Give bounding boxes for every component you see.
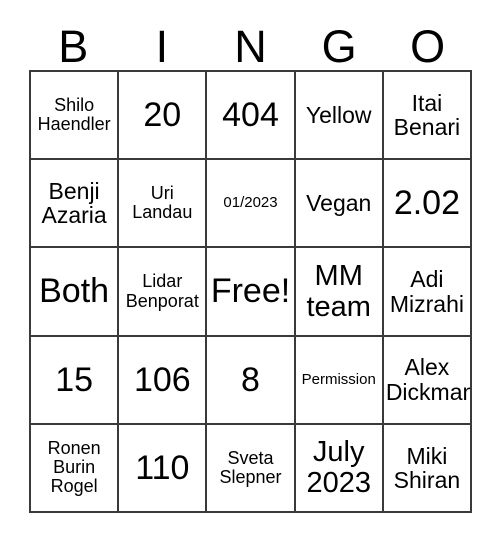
bingo-cell-label: 01/2023 xyxy=(223,194,278,212)
bingo-cell-label: Miki Shiran xyxy=(393,442,461,493)
bingo-cell-label: 2.02 xyxy=(393,184,460,223)
bingo-card: B I N G O Shilo Haendler 20 404 Yellow I… xyxy=(0,0,500,544)
bingo-cell-o1[interactable]: Itai Benari xyxy=(383,72,473,161)
bingo-cell-label: Vegan xyxy=(306,190,372,217)
bingo-cell-i5[interactable]: 110 xyxy=(119,424,208,514)
bingo-cell-label: 8 xyxy=(241,360,260,399)
bingo-cell-label: MM team xyxy=(306,259,371,323)
bingo-cell-label: Sveta Slepner xyxy=(219,447,282,487)
bingo-cell-label: Uri Landau xyxy=(132,183,193,223)
bingo-cell-label: Itai Benari xyxy=(393,89,461,141)
bingo-cell-g1[interactable]: Yellow xyxy=(295,72,384,161)
bingo-cell-b4[interactable]: 15 xyxy=(31,336,120,425)
bingo-free-space-label: Free! xyxy=(210,272,291,311)
bingo-cell-label: Alex Dickman xyxy=(385,354,473,405)
bingo-cell-label: Yellow xyxy=(305,101,372,128)
bingo-header-letter-n: N xyxy=(234,21,267,72)
bingo-cell-label: 110 xyxy=(135,448,190,487)
bingo-cell-g4[interactable]: Permission xyxy=(295,336,384,425)
bingo-cell-g3[interactable]: MM team xyxy=(295,248,384,337)
bingo-row: 15 106 8 Permission Alex Dickman xyxy=(31,336,473,425)
bingo-cell-i1[interactable]: 20 xyxy=(119,72,208,161)
bingo-cell-n2[interactable]: 01/2023 xyxy=(207,160,296,249)
bingo-header-letter-g: G xyxy=(321,21,357,72)
bingo-cell-label: Lidar Benporat xyxy=(125,271,199,311)
bingo-cell-i2[interactable]: Uri Landau xyxy=(119,160,208,249)
bingo-cell-b3[interactable]: Both xyxy=(31,248,120,337)
bingo-cell-g5[interactable]: July 2023 xyxy=(295,424,384,514)
bingo-cell-label: Benji Azaria xyxy=(41,177,107,229)
bingo-row: Both Lidar Benporat Free! MM team Adi Mi… xyxy=(31,248,473,337)
bingo-header-letter-b: B xyxy=(58,21,89,72)
bingo-cell-label: Adi Mizrahi xyxy=(389,266,464,317)
bingo-cell-b1[interactable]: Shilo Haendler xyxy=(31,72,120,161)
bingo-cell-g2[interactable]: Vegan xyxy=(295,160,384,249)
bingo-cell-label: Permission xyxy=(301,370,376,388)
bingo-cell-label: 20 xyxy=(143,96,182,135)
bingo-cell-n5[interactable]: Sveta Slepner xyxy=(207,424,296,514)
bingo-cell-n1[interactable]: 404 xyxy=(207,72,296,161)
bingo-cell-label: Ronen Burin Rogel xyxy=(47,438,101,497)
bingo-cell-label: 15 xyxy=(55,360,94,399)
bingo-cell-o3[interactable]: Adi Mizrahi xyxy=(383,248,473,337)
bingo-cell-b5[interactable]: Ronen Burin Rogel xyxy=(31,424,120,514)
bingo-grid: Shilo Haendler 20 404 Yellow Itai Benari… xyxy=(29,70,473,514)
bingo-cell-n4[interactable]: 8 xyxy=(207,336,296,425)
bingo-row: Shilo Haendler 20 404 Yellow Itai Benari xyxy=(31,72,473,161)
bingo-row: Benji Azaria Uri Landau 01/2023 Vegan 2.… xyxy=(31,160,473,249)
bingo-cell-label: 404 xyxy=(222,96,279,135)
bingo-header-row: B I N G O xyxy=(29,16,472,70)
bingo-cell-b2[interactable]: Benji Azaria xyxy=(31,160,120,249)
bingo-cell-i3[interactable]: Lidar Benporat xyxy=(119,248,208,337)
bingo-cell-free-space[interactable]: Free! xyxy=(207,248,296,337)
bingo-row: Ronen Burin Rogel 110 Sveta Slepner July… xyxy=(31,424,473,514)
bingo-cell-o4[interactable]: Alex Dickman xyxy=(383,336,473,425)
bingo-cell-o5[interactable]: Miki Shiran xyxy=(383,424,473,514)
bingo-cell-label: Shilo Haendler xyxy=(37,95,111,135)
bingo-cell-o2[interactable]: 2.02 xyxy=(383,160,473,249)
bingo-cell-i4[interactable]: 106 xyxy=(119,336,208,425)
bingo-cell-label: 106 xyxy=(133,360,191,399)
bingo-header-letter-i: I xyxy=(155,21,169,72)
bingo-cell-label: Both xyxy=(39,272,110,311)
bingo-cell-label: July 2023 xyxy=(306,436,371,499)
bingo-header-letter-o: O xyxy=(410,21,446,72)
